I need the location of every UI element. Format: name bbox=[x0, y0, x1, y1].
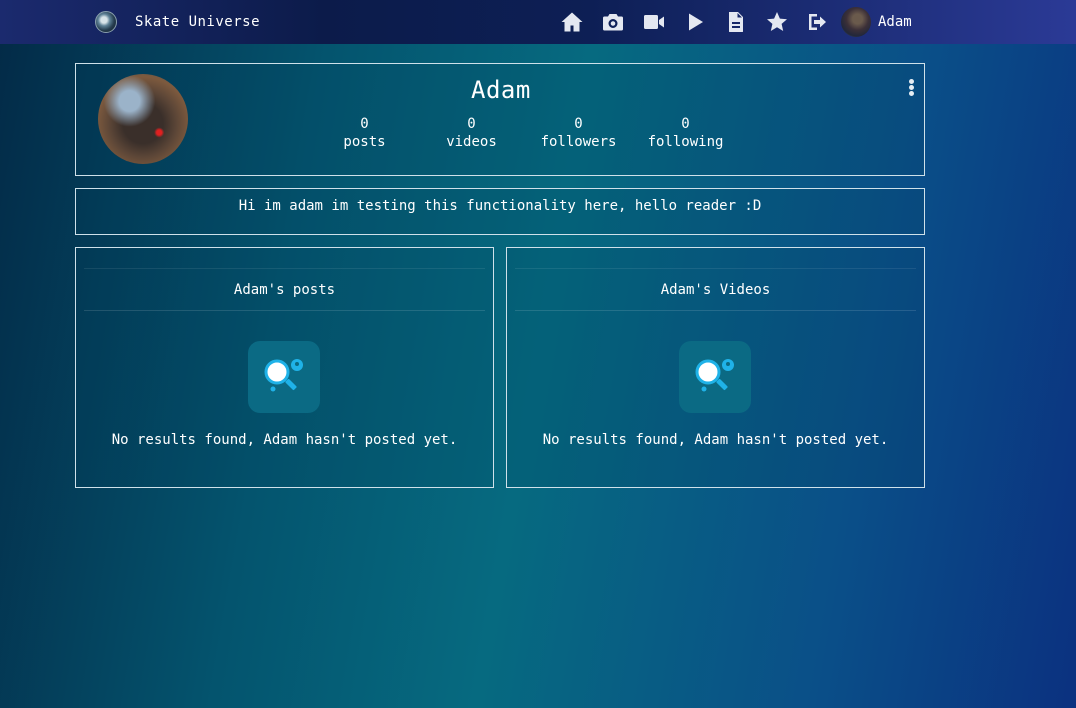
camera-icon[interactable] bbox=[601, 10, 625, 34]
top-navbar: Skate Universe Adam bbox=[0, 0, 1076, 44]
videos-section: Adam's Videos No results found, Adam has… bbox=[506, 247, 925, 488]
play-icon[interactable] bbox=[683, 10, 707, 34]
star-icon[interactable] bbox=[765, 10, 789, 34]
brand[interactable]: Skate Universe bbox=[95, 11, 260, 33]
stat-posts-value: 0 bbox=[360, 116, 369, 132]
videos-section-title: Adam's Videos bbox=[515, 268, 916, 311]
home-icon[interactable] bbox=[560, 10, 584, 34]
nav-icons bbox=[560, 10, 847, 34]
file-icon[interactable] bbox=[724, 10, 748, 34]
stat-videos[interactable]: 0 videos bbox=[418, 115, 525, 151]
profile-stats: 0 posts 0 videos 0 followers 0 following bbox=[311, 115, 739, 151]
avatar bbox=[841, 7, 871, 37]
stat-videos-value: 0 bbox=[467, 116, 476, 132]
stat-followers[interactable]: 0 followers bbox=[525, 115, 632, 151]
more-options-icon[interactable] bbox=[907, 79, 915, 97]
profile-name: Adam bbox=[471, 76, 531, 104]
no-results-icon bbox=[679, 341, 751, 413]
globe-logo-icon bbox=[95, 11, 117, 33]
logout-icon[interactable] bbox=[806, 10, 830, 34]
videos-empty-message: No results found, Adam hasn't posted yet… bbox=[542, 432, 889, 448]
profile-card: Adam 0 posts 0 videos 0 followers 0 foll… bbox=[75, 63, 925, 176]
stat-following-label: following bbox=[647, 134, 724, 150]
stat-following-value: 0 bbox=[681, 116, 690, 132]
posts-section-title: Adam's posts bbox=[84, 268, 485, 311]
video-icon[interactable] bbox=[642, 10, 666, 34]
brand-name: Skate Universe bbox=[135, 14, 261, 30]
no-results-icon bbox=[248, 341, 320, 413]
stat-videos-label: videos bbox=[446, 134, 497, 150]
bio-card: Hi im adam im testing this functionality… bbox=[75, 188, 925, 235]
posts-empty-message: No results found, Adam hasn't posted yet… bbox=[111, 432, 458, 448]
bio-text: Hi im adam im testing this functionality… bbox=[238, 198, 762, 214]
nav-username: Adam bbox=[878, 14, 912, 30]
stat-following[interactable]: 0 following bbox=[632, 115, 739, 151]
stat-posts-label: posts bbox=[343, 134, 386, 150]
stat-followers-value: 0 bbox=[574, 116, 583, 132]
posts-section: Adam's posts No results found, Adam hasn… bbox=[75, 247, 494, 488]
stat-posts[interactable]: 0 posts bbox=[311, 115, 418, 151]
nav-user-menu[interactable]: Adam bbox=[841, 7, 912, 37]
stat-followers-label: followers bbox=[540, 134, 617, 150]
profile-avatar bbox=[98, 74, 188, 164]
